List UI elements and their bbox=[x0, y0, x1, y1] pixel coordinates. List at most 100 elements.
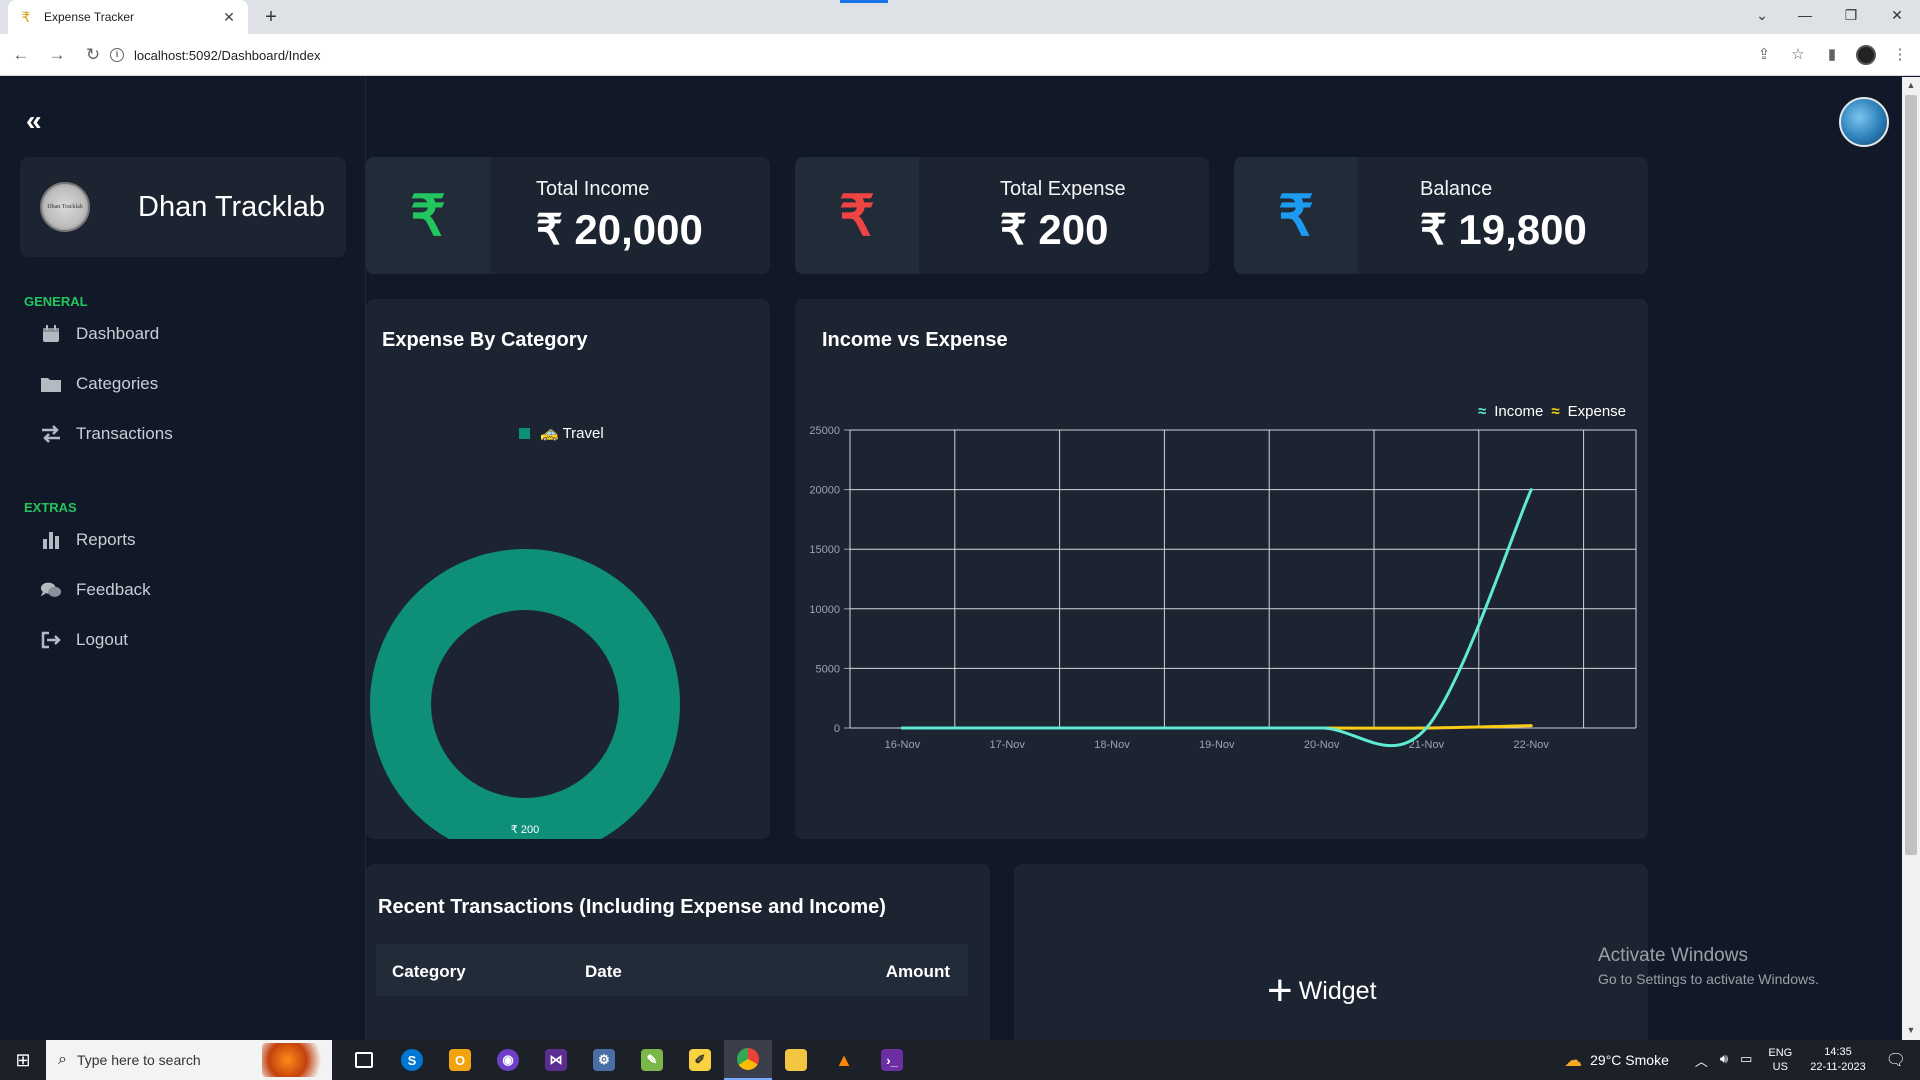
chrome-icon[interactable] bbox=[724, 1040, 772, 1080]
language-indicator[interactable]: ENG US bbox=[1768, 1046, 1792, 1074]
data-point-income[interactable] bbox=[1320, 726, 1324, 730]
browser-actions: ⇪ ☆ ▮ ⋮ bbox=[1754, 40, 1910, 70]
minimize-button[interactable]: — bbox=[1782, 0, 1828, 30]
sidebar-item-categories[interactable]: Categories bbox=[40, 373, 158, 395]
new-tab-button[interactable]: + bbox=[258, 4, 284, 30]
sidebar-item-transactions[interactable]: Transactions bbox=[40, 423, 173, 445]
y-tick-label: 10000 bbox=[809, 604, 840, 616]
section-label-extras: EXTRAS bbox=[24, 500, 77, 515]
close-window-button[interactable]: ✕ bbox=[1874, 0, 1920, 30]
skype-icon[interactable]: S bbox=[388, 1040, 436, 1080]
lang-line1: ENG bbox=[1768, 1047, 1793, 1059]
ssms-icon[interactable]: ⚙ bbox=[580, 1040, 628, 1080]
data-point-income[interactable] bbox=[1215, 726, 1219, 730]
back-icon[interactable]: ← bbox=[6, 40, 36, 70]
plus-icon: + bbox=[1267, 966, 1293, 1015]
tab-search-icon[interactable]: ⌄ bbox=[1742, 0, 1782, 30]
column-header-date[interactable]: Date bbox=[585, 962, 622, 982]
data-point-income[interactable] bbox=[900, 726, 904, 730]
data-point-expense[interactable] bbox=[1529, 724, 1533, 728]
more-menu-icon[interactable]: ⋮ bbox=[1890, 40, 1910, 70]
browser-tab-strip: ₹ Expense Tracker ✕ + ⌄ — ❐ ✕ bbox=[0, 0, 1920, 34]
comments-icon bbox=[40, 579, 62, 601]
sidebar-item-label: Logout bbox=[76, 630, 128, 649]
widget-label: Widget bbox=[1298, 976, 1377, 1005]
clock-time: 14:35 bbox=[1824, 1046, 1852, 1058]
line-chart: 0 5000 10000 15000 20000 25000 16-Nov 17-Nov 18-… bbox=[809, 425, 1637, 751]
expense-by-category-card: Expense By Category 🚕 Travel ₹ 200 bbox=[366, 299, 770, 839]
watermark-subtitle: Go to Settings to activate Windows. bbox=[1598, 971, 1819, 987]
table-header: Category Date Amount bbox=[376, 944, 968, 996]
address-bar[interactable]: i localhost:5092/Dashboard/Index bbox=[110, 40, 1750, 70]
scroll-down-arrow-icon[interactable]: ▼ bbox=[1902, 1022, 1920, 1038]
sidebar-item-dashboard[interactable]: Dashboard bbox=[40, 323, 159, 345]
sidebar-item-label: Feedback bbox=[76, 580, 151, 599]
data-point-income[interactable] bbox=[1005, 726, 1009, 730]
weather-widget[interactable]: ☁ 29°C Smoke bbox=[1564, 1050, 1669, 1071]
outlook-icon[interactable]: O bbox=[436, 1040, 484, 1080]
bookmark-star-icon[interactable]: ☆ bbox=[1788, 40, 1808, 70]
notifications-icon[interactable]: 🗨︎ bbox=[1886, 1050, 1906, 1070]
notepad-plus-icon[interactable]: ✎ bbox=[628, 1040, 676, 1080]
collapse-sidebar-icon[interactable]: « bbox=[26, 107, 42, 135]
bar-chart-icon bbox=[40, 529, 62, 551]
logout-icon bbox=[40, 629, 62, 651]
github-desktop-icon[interactable]: ◉ bbox=[484, 1040, 532, 1080]
add-widget-button[interactable]: + Widget bbox=[1267, 969, 1377, 1013]
donut-slice[interactable] bbox=[370, 549, 680, 839]
side-panel-icon[interactable]: ▮ bbox=[1822, 40, 1842, 70]
sidebar-item-logout[interactable]: Logout bbox=[40, 629, 128, 651]
share-icon[interactable]: ⇪ bbox=[1754, 40, 1774, 70]
data-point-income[interactable] bbox=[1110, 726, 1114, 730]
sidebar-item-reports[interactable]: Reports bbox=[40, 529, 136, 551]
site-info-icon[interactable]: i bbox=[110, 48, 124, 62]
brand-name: Dhan Tracklab bbox=[138, 190, 325, 223]
x-tick-label: 18-Nov bbox=[1094, 739, 1130, 751]
x-tick-label: 17-Nov bbox=[989, 739, 1025, 751]
system-clock[interactable]: 14:35 22-11-2023 bbox=[1810, 1045, 1865, 1075]
system-tray: ☁ 29°C Smoke ︿ 🔊︎ ▭ ENG US 14:35 22-11-2… bbox=[1564, 1040, 1920, 1080]
task-view-icon[interactable] bbox=[340, 1040, 388, 1080]
data-point-income[interactable] bbox=[1529, 488, 1533, 492]
terminal-icon[interactable]: ›_ bbox=[868, 1040, 916, 1080]
app-viewport: « Dhan Tracklab Dhan Tracklab GENERAL Da… bbox=[0, 77, 1920, 1040]
tab-close-icon[interactable]: ✕ bbox=[220, 9, 238, 26]
calendar-icon bbox=[40, 323, 62, 345]
network-icon[interactable]: ▭ bbox=[1740, 1051, 1752, 1070]
taskbar-search[interactable]: ⌕ Type here to search bbox=[46, 1040, 332, 1080]
clock-date: 22-11-2023 bbox=[1810, 1061, 1866, 1073]
column-header-amount[interactable]: Amount bbox=[886, 962, 950, 982]
sidebar-item-label: Categories bbox=[76, 374, 159, 393]
sticky-notes-icon[interactable]: ✐ bbox=[676, 1040, 724, 1080]
tray-chevron-icon[interactable]: ︿ bbox=[1695, 1051, 1708, 1070]
vertical-scrollbar[interactable]: ▲ ▼ bbox=[1902, 77, 1920, 1040]
y-tick-label: 5000 bbox=[816, 663, 840, 675]
scrollbar-thumb[interactable] bbox=[1905, 95, 1917, 855]
section-label-general: GENERAL bbox=[24, 294, 88, 309]
visual-studio-icon[interactable]: ⋈ bbox=[532, 1040, 580, 1080]
x-tick-label: 21-Nov bbox=[1409, 739, 1445, 751]
activate-windows-watermark: Activate Windows Go to Settings to activ… bbox=[1598, 945, 1819, 987]
scroll-up-arrow-icon[interactable]: ▲ bbox=[1902, 77, 1920, 93]
user-avatar[interactable] bbox=[1839, 97, 1889, 147]
brand-logo: Dhan Tracklab bbox=[40, 182, 90, 232]
sidebar-item-feedback[interactable]: Feedback bbox=[40, 579, 151, 601]
windows-start-icon[interactable]: ⊞ bbox=[0, 1040, 46, 1080]
column-header-category[interactable]: Category bbox=[392, 962, 466, 982]
vlc-icon[interactable]: ▲ bbox=[820, 1040, 868, 1080]
profile-avatar[interactable] bbox=[1856, 45, 1876, 65]
volume-icon[interactable]: 🔊︎ bbox=[1720, 1051, 1728, 1070]
reload-icon[interactable]: ↻ bbox=[78, 40, 108, 70]
data-point-income[interactable] bbox=[1424, 726, 1428, 730]
add-widget-card[interactable]: + Widget bbox=[1014, 864, 1648, 1040]
lang-line2: US bbox=[1772, 1061, 1788, 1073]
forward-icon[interactable]: → bbox=[42, 40, 72, 70]
restore-button[interactable]: ❐ bbox=[1828, 0, 1874, 30]
browser-tab[interactable]: ₹ Expense Tracker ✕ bbox=[8, 0, 248, 34]
file-explorer-icon[interactable] bbox=[772, 1040, 820, 1080]
weather-text: 29°C Smoke bbox=[1590, 1052, 1669, 1068]
stat-value: ₹ 19,800 bbox=[1420, 206, 1587, 253]
series-line-income[interactable] bbox=[902, 488, 1533, 748]
y-tick-label: 0 bbox=[834, 723, 840, 735]
donut-data-label: ₹ 200 bbox=[511, 824, 539, 836]
